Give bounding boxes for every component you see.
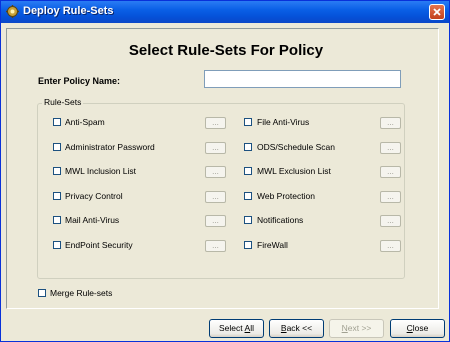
select-all-button[interactable]: Select All [209, 319, 264, 338]
close-window-button[interactable] [429, 4, 445, 20]
file-anti-virus-browse-button[interactable]: ... [380, 117, 401, 129]
privacy-control-browse-button[interactable]: ... [205, 191, 226, 203]
privacy-control-checkbox[interactable] [53, 192, 61, 200]
mail-anti-virus-browse-button[interactable]: ... [205, 215, 226, 227]
page-title: Select Rule-Sets For Policy [128, 42, 324, 59]
firewall-browse-button[interactable]: ... [380, 240, 401, 252]
notifications-checkbox[interactable] [244, 216, 252, 224]
close-label-end: lose [412, 323, 429, 333]
anti-spam-checkbox[interactable] [53, 118, 61, 126]
mwl-exclusion-list-label: MWL Exclusion List [257, 166, 331, 176]
firewall-label: FireWall [257, 240, 288, 250]
privacy-control-label: Privacy Control [65, 191, 123, 201]
back-button[interactable]: Back << [269, 319, 324, 338]
anti-spam-browse-button[interactable]: ... [205, 117, 226, 129]
mail-anti-virus-checkbox[interactable] [53, 216, 61, 224]
anti-spam-label: Anti-Spam [65, 117, 105, 127]
policy-name-input[interactable] [204, 70, 401, 88]
select-all-label-start: Select [219, 323, 245, 333]
merge-rulesets-checkbox[interactable] [38, 289, 46, 297]
file-anti-virus-label: File Anti-Virus [257, 117, 310, 127]
ods-schedule-scan-checkbox[interactable] [244, 143, 252, 151]
select-all-label-end: ll [250, 323, 254, 333]
rulesets-group-label: Rule-Sets [42, 97, 84, 107]
deploy-rulesets-dialog: Deploy Rule-Sets Select Rule-Sets For Po… [0, 0, 450, 342]
mwl-inclusion-list-checkbox[interactable] [53, 167, 61, 175]
back-label-end: ack << [286, 323, 313, 333]
endpoint-security-label: EndPoint Security [65, 240, 133, 250]
endpoint-security-browse-button[interactable]: ... [205, 240, 226, 252]
administrator-password-label: Administrator Password [65, 142, 155, 152]
window-title: Deploy Rule-Sets [23, 5, 114, 17]
web-protection-label: Web Protection [257, 191, 315, 201]
file-anti-virus-checkbox[interactable] [244, 118, 252, 126]
web-protection-checkbox[interactable] [244, 192, 252, 200]
administrator-password-browse-button[interactable]: ... [205, 142, 226, 154]
ods-schedule-scan-browse-button[interactable]: ... [380, 142, 401, 154]
close-button[interactable]: Close [390, 319, 445, 338]
web-protection-browse-button[interactable]: ... [380, 191, 401, 203]
ods-schedule-scan-label: ODS/Schedule Scan [257, 142, 335, 152]
notifications-label: Notifications [257, 215, 304, 225]
mwl-exclusion-list-browse-button[interactable]: ... [380, 166, 401, 178]
endpoint-security-checkbox[interactable] [53, 241, 61, 249]
title-bar[interactable]: Deploy Rule-Sets [1, 1, 449, 23]
administrator-password-checkbox[interactable] [53, 143, 61, 151]
close-icon [433, 8, 441, 16]
mwl-inclusion-list-label: MWL Inclusion List [65, 166, 137, 176]
merge-rulesets-label: Merge Rule-sets [50, 288, 113, 298]
firewall-checkbox[interactable] [244, 241, 252, 249]
mail-anti-virus-label: Mail Anti-Virus [65, 215, 120, 225]
notifications-browse-button[interactable]: ... [380, 215, 401, 227]
mwl-exclusion-list-checkbox[interactable] [244, 167, 252, 175]
policy-name-label: Enter Policy Name: [38, 76, 121, 86]
next-button[interactable]: Next >> [329, 319, 384, 338]
next-label-end: ext >> [347, 323, 372, 333]
mwl-inclusion-list-browse-button[interactable]: ... [205, 166, 226, 178]
gear-icon [6, 5, 19, 18]
